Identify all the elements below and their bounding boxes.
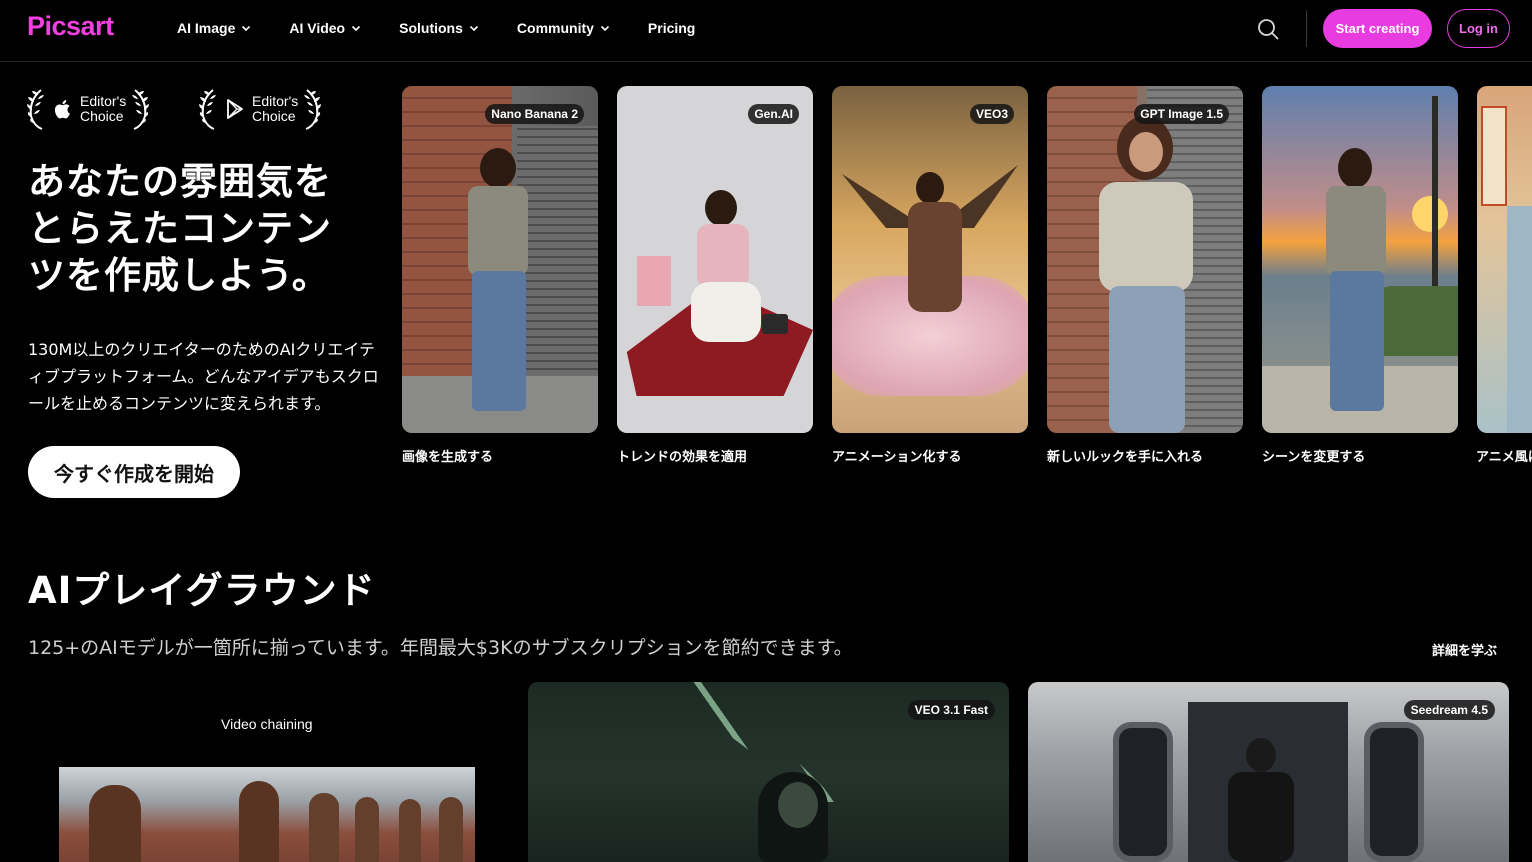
laurel-left-icon xyxy=(27,89,44,130)
laurel-right-icon xyxy=(304,89,322,130)
award-line1: Editor's xyxy=(80,93,127,109)
model-badge: GPT Image 1.5 xyxy=(1134,104,1229,124)
login-button[interactable]: Log in xyxy=(1447,9,1510,48)
nav-label: Community xyxy=(516,20,594,36)
card-image xyxy=(778,782,818,828)
card-image xyxy=(1364,722,1424,862)
card-image xyxy=(658,682,838,802)
seedream-tile[interactable]: Seedream 4.5 xyxy=(1028,682,1509,862)
playground-title: AIプレイグラウンド xyxy=(28,569,376,612)
card-image xyxy=(1432,96,1438,296)
nav-ai-video[interactable]: AI Video xyxy=(289,19,361,37)
start-now-button[interactable]: 今すぐ作成を開始 xyxy=(28,446,240,498)
chevron-down-icon xyxy=(352,25,361,32)
apple-icon xyxy=(54,100,70,119)
card-label[interactable]: アニメーション化する xyxy=(832,446,961,465)
nav-pricing[interactable]: Pricing xyxy=(648,19,695,37)
chevron-down-icon xyxy=(600,25,609,32)
chevron-down-icon xyxy=(242,25,251,32)
card-label[interactable]: 新しいルックを手に入れる xyxy=(1047,446,1203,465)
award-text: Editor's Choice xyxy=(252,94,298,124)
feature-card-animate[interactable]: VEO3 xyxy=(832,86,1028,433)
main-nav: AI Image AI Video Solutions Community Pr… xyxy=(177,19,733,37)
card-image xyxy=(1109,286,1185,433)
feature-card-generate-image[interactable]: Nano Banana 2 xyxy=(402,86,598,433)
award-line1: Editor's xyxy=(252,93,299,109)
nav-label: AI Video xyxy=(289,20,346,36)
start-creating-button[interactable]: Start creating xyxy=(1323,9,1432,48)
award-google-play: Editor's Choice xyxy=(198,86,322,132)
nav-ai-image[interactable]: AI Image xyxy=(177,19,251,37)
card-image xyxy=(439,797,463,862)
nav-label: Solutions xyxy=(399,20,463,36)
chevron-down-icon xyxy=(469,25,478,32)
playground-subtitle: 125+のAIモデルが一箇所に揃っています。年間最大$3Kのサブスクリプションを… xyxy=(28,637,853,659)
model-badge: Nano Banana 2 xyxy=(485,104,584,124)
video-chaining-label: Video chaining xyxy=(221,716,313,732)
card-image xyxy=(1412,196,1448,232)
card-image xyxy=(89,785,141,862)
card-label[interactable]: トレンドの効果を適用 xyxy=(617,446,747,465)
header-divider xyxy=(1306,10,1307,47)
card-label[interactable]: 画像を生成する xyxy=(402,446,493,465)
hero-subtitle: 130M以上のクリエイターのためのAIクリエイティブプラットフォーム。どんなアイ… xyxy=(28,340,379,413)
card-image xyxy=(355,797,379,862)
card-image xyxy=(517,126,598,376)
picsart-logo[interactable]: Picsart xyxy=(27,11,114,42)
laurel-right-icon xyxy=(132,89,150,130)
card-image xyxy=(1481,106,1507,206)
card-image xyxy=(1228,772,1294,862)
card-image xyxy=(1326,186,1386,276)
nav-label: AI Image xyxy=(177,20,236,36)
nav-community[interactable]: Community xyxy=(517,19,610,37)
card-image xyxy=(1507,206,1532,433)
card-label[interactable]: アニメ風に xyxy=(1476,446,1532,465)
card-image xyxy=(1246,738,1276,772)
model-badge: VEO3 xyxy=(969,104,1014,124)
site-header: Picsart AI Image AI Video Solutions Comm… xyxy=(0,0,1532,62)
card-image xyxy=(916,172,944,204)
card-image xyxy=(697,224,749,288)
award-line2: Choice xyxy=(80,108,124,124)
nav-solutions[interactable]: Solutions xyxy=(399,19,479,37)
feature-card-new-look[interactable]: GPT Image 1.5 xyxy=(1047,86,1243,433)
card-image xyxy=(1372,286,1458,356)
model-badge: VEO 3.1 Fast xyxy=(907,700,995,720)
nav-label: Pricing xyxy=(647,20,696,36)
card-label[interactable]: シーンを変更する xyxy=(1262,446,1365,465)
video-chaining-tile[interactable] xyxy=(59,767,475,862)
feature-card-change-scene[interactable] xyxy=(1262,86,1458,433)
card-image xyxy=(472,271,526,411)
model-badge: Seedream 4.5 xyxy=(1403,700,1495,720)
feature-card-trend-effects[interactable]: Gen.AI xyxy=(617,86,813,433)
award-line2: Choice xyxy=(252,108,296,124)
card-image xyxy=(637,256,671,306)
card-image xyxy=(908,202,962,312)
card-image xyxy=(1099,182,1193,292)
award-text: Editor's Choice xyxy=(80,94,126,124)
award-apple: Editor's Choice xyxy=(26,86,150,132)
card-image xyxy=(309,793,339,862)
hero-title: あなたの雰囲気をとらえたコンテンツを作成しよう。 xyxy=(28,160,332,297)
feature-card-anime[interactable] xyxy=(1477,86,1532,433)
card-image xyxy=(1129,132,1163,172)
card-image xyxy=(1113,722,1173,862)
card-image xyxy=(399,799,421,862)
card-image xyxy=(1338,148,1372,188)
veo-fast-tile[interactable]: VEO 3.1 Fast xyxy=(528,682,1009,862)
model-badge: Gen.AI xyxy=(748,104,799,124)
laurel-left-icon xyxy=(199,89,216,130)
card-image xyxy=(239,781,279,862)
card-image xyxy=(1330,271,1384,411)
search-icon[interactable] xyxy=(1256,17,1280,41)
card-image xyxy=(705,190,737,226)
learn-more-link[interactable]: 詳細を学ぶ xyxy=(1432,640,1497,659)
card-image xyxy=(468,186,528,276)
google-play-icon xyxy=(227,99,243,119)
card-image xyxy=(480,148,516,188)
card-image xyxy=(691,282,761,342)
card-image xyxy=(762,314,788,334)
